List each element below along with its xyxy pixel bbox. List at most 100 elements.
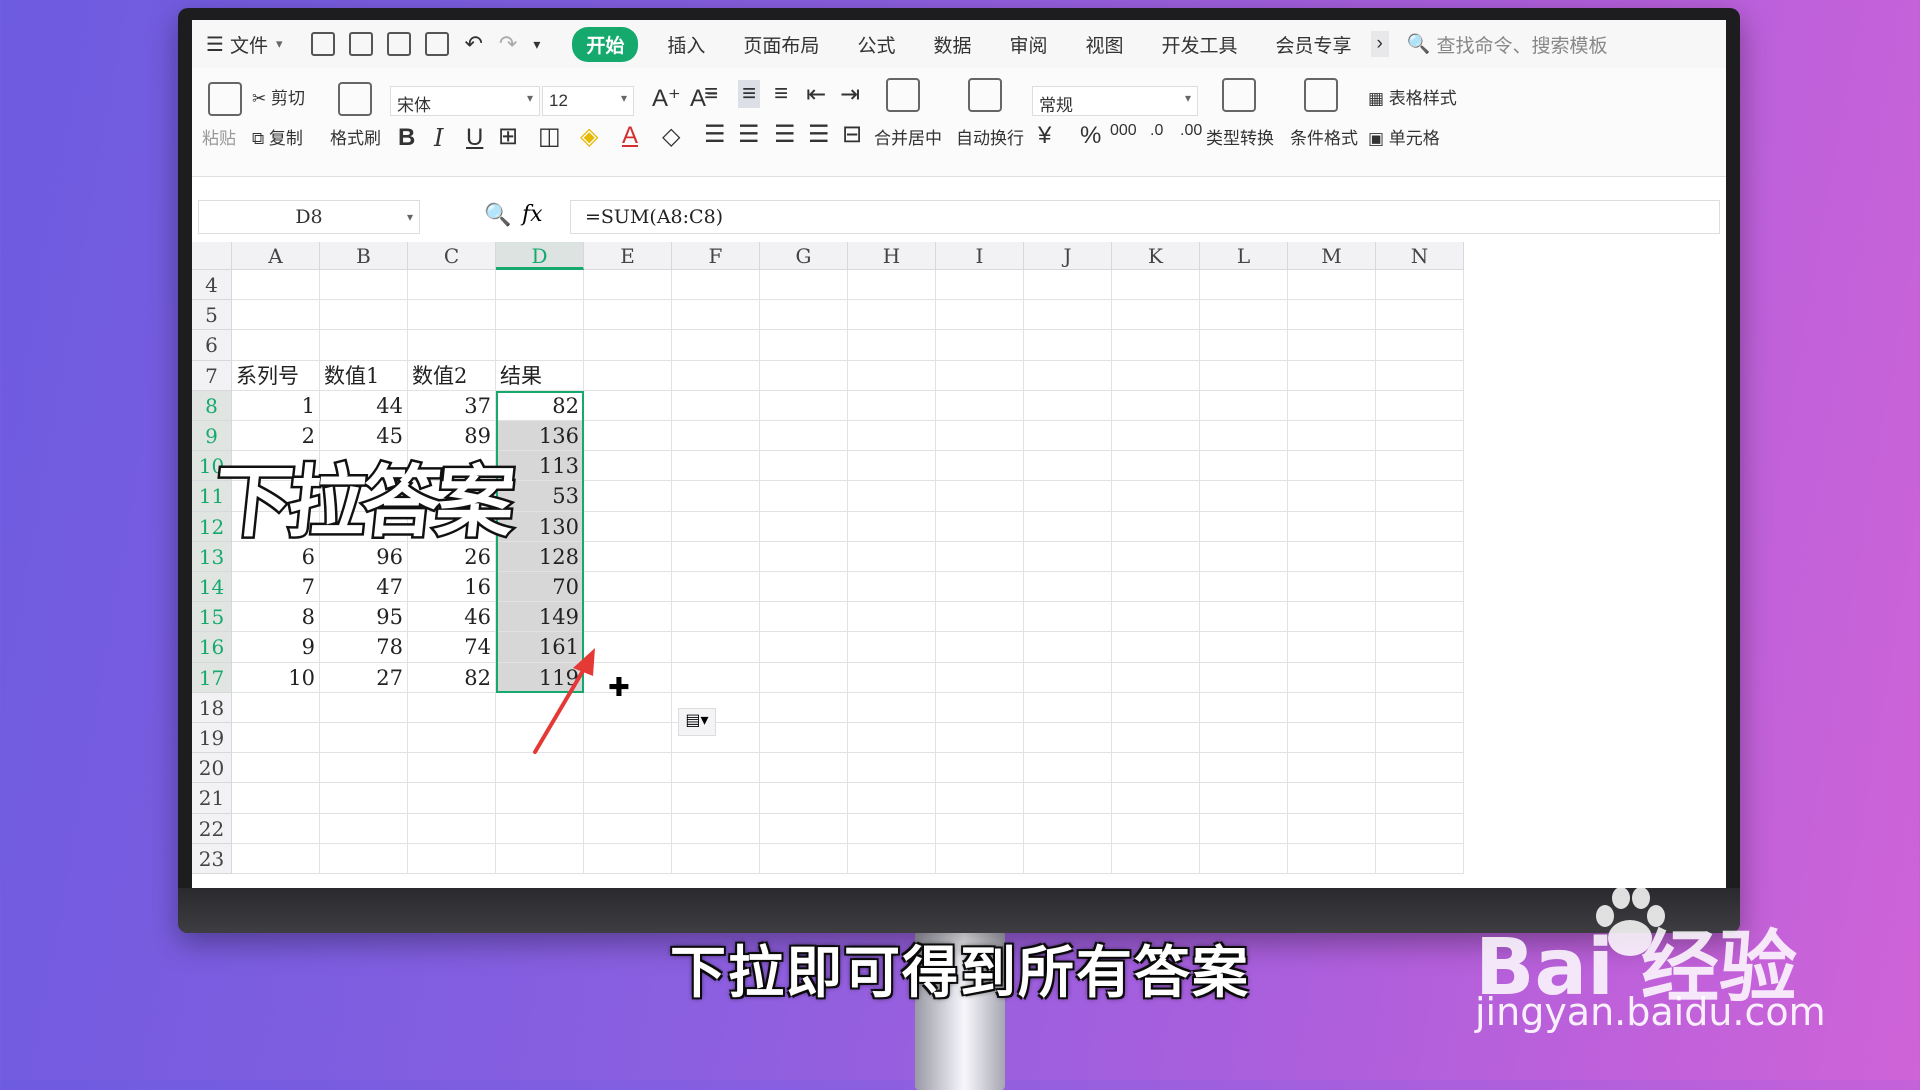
cell-j20[interactable] xyxy=(1024,753,1112,784)
cell-h20[interactable] xyxy=(848,753,936,784)
cell-g20[interactable] xyxy=(760,753,848,784)
cell-m12[interactable] xyxy=(1288,511,1376,542)
cell-g5[interactable] xyxy=(760,300,848,331)
cell-k4[interactable] xyxy=(1112,270,1200,301)
cell-i21[interactable] xyxy=(936,783,1024,814)
select-all-corner[interactable] xyxy=(192,242,232,270)
cell-j11[interactable] xyxy=(1024,481,1112,512)
indent-decrease-icon[interactable]: ⇤ xyxy=(806,80,826,109)
cell-g16[interactable] xyxy=(760,632,848,663)
file-menu[interactable]: ☰ 文件 ▾ xyxy=(206,31,282,58)
cell-h10[interactable] xyxy=(848,451,936,482)
more-tabs-button[interactable]: › xyxy=(1370,31,1389,57)
cell-k17[interactable] xyxy=(1112,662,1200,693)
merge-center-icon[interactable] xyxy=(886,78,920,112)
cell-a23[interactable] xyxy=(232,843,320,874)
print-icon[interactable] xyxy=(387,32,412,56)
cell-i6[interactable] xyxy=(936,330,1024,361)
align-bottom-icon[interactable]: ≡ xyxy=(774,80,788,108)
cell-h16[interactable] xyxy=(848,632,936,663)
cell-k23[interactable] xyxy=(1112,843,1200,874)
cell-g15[interactable] xyxy=(760,602,848,633)
cell-m7[interactable] xyxy=(1288,360,1376,391)
cell-color-icon[interactable]: ◫ xyxy=(538,122,561,151)
paste-options-button[interactable]: ▤▾ xyxy=(678,708,716,736)
cell-i22[interactable] xyxy=(936,813,1024,844)
cell-j18[interactable] xyxy=(1024,692,1112,723)
cell-b22[interactable] xyxy=(320,813,408,844)
cell-l17[interactable] xyxy=(1200,662,1288,693)
paste-icon[interactable] xyxy=(208,82,242,116)
type-convert-button[interactable]: 类型转换 xyxy=(1206,124,1274,149)
cell-b20[interactable] xyxy=(320,753,408,784)
cell-g18[interactable] xyxy=(760,692,848,723)
cell-h14[interactable] xyxy=(848,572,936,603)
cell-h12[interactable] xyxy=(848,511,936,542)
cell-m6[interactable] xyxy=(1288,330,1376,361)
bold-button[interactable]: B xyxy=(398,124,415,152)
fill-handle-cursor[interactable]: ✚ xyxy=(608,672,630,703)
command-search[interactable]: 🔍 查找命令、搜索模板 xyxy=(1407,31,1608,58)
indent-increase-icon[interactable]: ⇥ xyxy=(840,80,860,109)
cell-m9[interactable] xyxy=(1288,421,1376,452)
cell-m14[interactable] xyxy=(1288,572,1376,603)
cell-e22[interactable] xyxy=(584,813,672,844)
cell-k15[interactable] xyxy=(1112,602,1200,633)
cell-k11[interactable] xyxy=(1112,481,1200,512)
cell-c17[interactable]: 82 xyxy=(408,662,496,693)
cell-m4[interactable] xyxy=(1288,270,1376,301)
cell-i17[interactable] xyxy=(936,662,1024,693)
cell-a21[interactable] xyxy=(232,783,320,814)
cell-g9[interactable] xyxy=(760,421,848,452)
cell-h13[interactable] xyxy=(848,541,936,572)
cell-j4[interactable] xyxy=(1024,270,1112,301)
cell-j9[interactable] xyxy=(1024,421,1112,452)
cell-f10[interactable] xyxy=(672,451,760,482)
cell-h5[interactable] xyxy=(848,300,936,331)
cell-j6[interactable] xyxy=(1024,330,1112,361)
export-icon[interactable] xyxy=(349,32,374,56)
cell-n15[interactable] xyxy=(1376,602,1464,633)
cell-n20[interactable] xyxy=(1376,753,1464,784)
clear-icon[interactable]: ◇ xyxy=(662,122,680,151)
cell-f17[interactable] xyxy=(672,662,760,693)
zoom-icon[interactable]: 🔍 xyxy=(484,202,511,228)
cell-h22[interactable] xyxy=(848,813,936,844)
cell-l20[interactable] xyxy=(1200,753,1288,784)
cell-e8[interactable] xyxy=(584,390,672,421)
cell-style-button[interactable]: ▣ 单元格 xyxy=(1368,124,1440,149)
cell-k8[interactable] xyxy=(1112,390,1200,421)
increase-decimal-icon[interactable]: .0 xyxy=(1150,122,1163,140)
cell-g6[interactable] xyxy=(760,330,848,361)
cell-d21[interactable] xyxy=(496,783,584,814)
cell-e23[interactable] xyxy=(584,843,672,874)
cell-l8[interactable] xyxy=(1200,390,1288,421)
wrap-text-icon[interactable] xyxy=(968,78,1002,112)
cell-j16[interactable] xyxy=(1024,632,1112,663)
cell-d22[interactable] xyxy=(496,813,584,844)
cell-f22[interactable] xyxy=(672,813,760,844)
cell-k13[interactable] xyxy=(1112,541,1200,572)
cell-a16[interactable]: 9 xyxy=(232,632,320,663)
cell-b14[interactable]: 47 xyxy=(320,572,408,603)
cell-l21[interactable] xyxy=(1200,783,1288,814)
row-header[interactable]: 23 xyxy=(192,843,232,874)
cell-i9[interactable] xyxy=(936,421,1024,452)
cell-f4[interactable] xyxy=(672,270,760,301)
customize-icon[interactable]: ▾ xyxy=(533,36,540,53)
cell-n7[interactable] xyxy=(1376,360,1464,391)
cell-i12[interactable] xyxy=(936,511,1024,542)
cell-b7[interactable]: 数值1 xyxy=(320,360,408,391)
cell-g8[interactable] xyxy=(760,390,848,421)
format-painter-button[interactable]: 格式刷 xyxy=(330,124,381,149)
cell-k10[interactable] xyxy=(1112,451,1200,482)
column-header-j[interactable]: J xyxy=(1024,242,1112,270)
column-header-n[interactable]: N xyxy=(1376,242,1464,270)
cell-f21[interactable] xyxy=(672,783,760,814)
tab-2[interactable]: 页面布局 xyxy=(743,31,819,58)
column-header-b[interactable]: B xyxy=(320,242,408,270)
tab-4[interactable]: 数据 xyxy=(933,31,971,58)
cell-n16[interactable] xyxy=(1376,632,1464,663)
currency-button[interactable]: ¥ xyxy=(1038,122,1051,150)
cell-g4[interactable] xyxy=(760,270,848,301)
